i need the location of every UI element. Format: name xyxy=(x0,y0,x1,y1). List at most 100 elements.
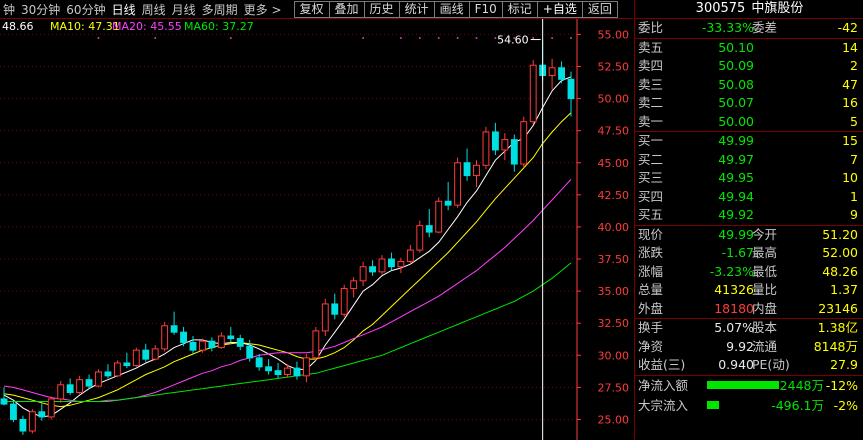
flow-percent: -2% xyxy=(833,397,858,413)
event-marker xyxy=(437,37,440,39)
candle-body[interactable] xyxy=(123,362,131,367)
candle-body[interactable] xyxy=(208,340,216,349)
candle-body[interactable] xyxy=(236,338,244,347)
event-marker xyxy=(532,37,535,39)
candle-body[interactable] xyxy=(397,261,405,268)
candle-body[interactable] xyxy=(47,398,55,418)
period-tab-3[interactable]: 日线 xyxy=(109,1,139,18)
stat-value: -3.23% xyxy=(709,263,754,279)
candle-body[interactable] xyxy=(180,331,187,343)
candle-body[interactable] xyxy=(66,384,74,394)
candle-body[interactable] xyxy=(359,266,367,282)
candle-body[interactable] xyxy=(331,303,339,315)
stat-value: 52.00 xyxy=(822,245,858,260)
ask-row: 卖一 50.00 5 xyxy=(635,113,863,132)
stat-label: 现价 xyxy=(638,226,664,242)
toolbar-button-0[interactable]: 复权 xyxy=(293,0,330,18)
candle-body[interactable] xyxy=(321,303,329,332)
candle-body[interactable] xyxy=(491,131,499,151)
candle-body[interactable] xyxy=(293,367,301,377)
candle-body[interactable] xyxy=(520,121,528,165)
weicha-value: -42 xyxy=(837,20,858,35)
candle-body[interactable] xyxy=(558,67,565,80)
period-tab-4[interactable]: 周线 xyxy=(139,1,169,18)
y-tick-label: 45.00 xyxy=(598,157,630,170)
candle-body[interactable] xyxy=(217,335,225,349)
candle-body[interactable] xyxy=(19,418,27,432)
candle-body[interactable] xyxy=(406,249,414,263)
candle-body[interactable] xyxy=(567,78,575,100)
level-label: 卖四 xyxy=(638,58,664,73)
toolbar-button-2[interactable]: 历史 xyxy=(363,0,400,18)
candle-body[interactable] xyxy=(529,64,537,123)
fund-value: 8148万 xyxy=(813,338,858,354)
candle-body[interactable] xyxy=(246,345,254,359)
candle-body[interactable] xyxy=(0,398,8,405)
toolbar-button-3[interactable]: 统计 xyxy=(398,0,435,18)
weibi-value: -33.33% xyxy=(701,20,754,35)
level-volume: 14 xyxy=(842,39,858,55)
toolbar-button-1[interactable]: 叠加 xyxy=(328,0,365,18)
candle-body[interactable] xyxy=(132,349,140,367)
candle-body[interactable] xyxy=(255,357,263,368)
candle-body[interactable] xyxy=(482,131,490,166)
candle-body[interactable] xyxy=(350,280,358,290)
stat-label: 内盘 xyxy=(752,300,778,316)
candle-body[interactable] xyxy=(369,266,376,273)
candle-body[interactable] xyxy=(435,200,443,233)
candle-body[interactable] xyxy=(189,341,197,351)
period-tab-0[interactable]: 钟 xyxy=(0,1,18,18)
candle-body[interactable] xyxy=(151,348,159,360)
stat-value: -1.67 xyxy=(721,245,754,260)
candle-body[interactable] xyxy=(170,325,178,333)
candle-body[interactable] xyxy=(312,330,320,359)
candle-body[interactable] xyxy=(161,325,169,350)
candle-body[interactable] xyxy=(28,411,36,432)
event-marker xyxy=(475,37,478,39)
toolbar-button-8[interactable]: 返回 xyxy=(581,0,618,18)
stat-label: 最低 xyxy=(752,263,778,279)
candle-body[interactable] xyxy=(302,357,310,377)
candle-body[interactable] xyxy=(199,340,206,351)
candle-body[interactable] xyxy=(548,67,556,76)
weibi-label: 委比 xyxy=(638,20,664,35)
candle-body[interactable] xyxy=(473,164,480,177)
kline-chart[interactable]: 55.00 52.50 50.00 47.50 45.00 42.50 40.00 37.50… xyxy=(0,19,633,440)
candle-body[interactable] xyxy=(95,371,102,387)
candle-body[interactable] xyxy=(85,379,93,387)
candle-body[interactable] xyxy=(425,225,433,233)
candle-body[interactable] xyxy=(265,366,273,372)
candle-body[interactable] xyxy=(501,139,509,151)
candle-body[interactable] xyxy=(113,362,121,377)
fund-value: 1.38亿 xyxy=(817,320,858,335)
toolbar-button-4[interactable]: 画线 xyxy=(433,0,470,18)
toolbar-button-5[interactable]: F10 xyxy=(468,0,503,18)
legend-ma20: MA20: 45.55 xyxy=(112,20,182,33)
period-tab-2[interactable]: 60分钟 xyxy=(63,1,108,18)
period-tab-6[interactable]: 多周期 xyxy=(199,1,241,18)
candle-body[interactable] xyxy=(444,200,452,206)
candle-body[interactable] xyxy=(463,162,471,177)
candle-body[interactable] xyxy=(227,335,235,340)
candle-body[interactable] xyxy=(378,258,386,273)
candle-body[interactable] xyxy=(510,139,518,165)
candle-body[interactable] xyxy=(142,349,150,360)
candle-body[interactable] xyxy=(274,370,282,376)
candle-body[interactable] xyxy=(340,288,348,315)
toolbar-button-6[interactable]: 标记 xyxy=(501,0,538,18)
candle-body[interactable] xyxy=(57,384,65,400)
period-tab-7[interactable]: 更多 > xyxy=(241,1,285,18)
candle-body[interactable] xyxy=(10,403,17,420)
period-tab-5[interactable]: 月线 xyxy=(169,1,199,18)
candle-body[interactable] xyxy=(104,371,112,377)
candle-body[interactable] xyxy=(76,379,84,394)
period-tab-1[interactable]: 30分钟 xyxy=(18,1,63,18)
level-label: 卖一 xyxy=(638,113,664,129)
toolbar-button-7[interactable]: +自选 xyxy=(536,0,583,18)
candle-body[interactable] xyxy=(454,162,462,206)
candle-body[interactable] xyxy=(284,367,291,376)
candle-body[interactable] xyxy=(38,411,46,418)
event-marker xyxy=(570,37,572,39)
candle-body[interactable] xyxy=(416,225,424,251)
candle-body[interactable] xyxy=(388,258,395,268)
